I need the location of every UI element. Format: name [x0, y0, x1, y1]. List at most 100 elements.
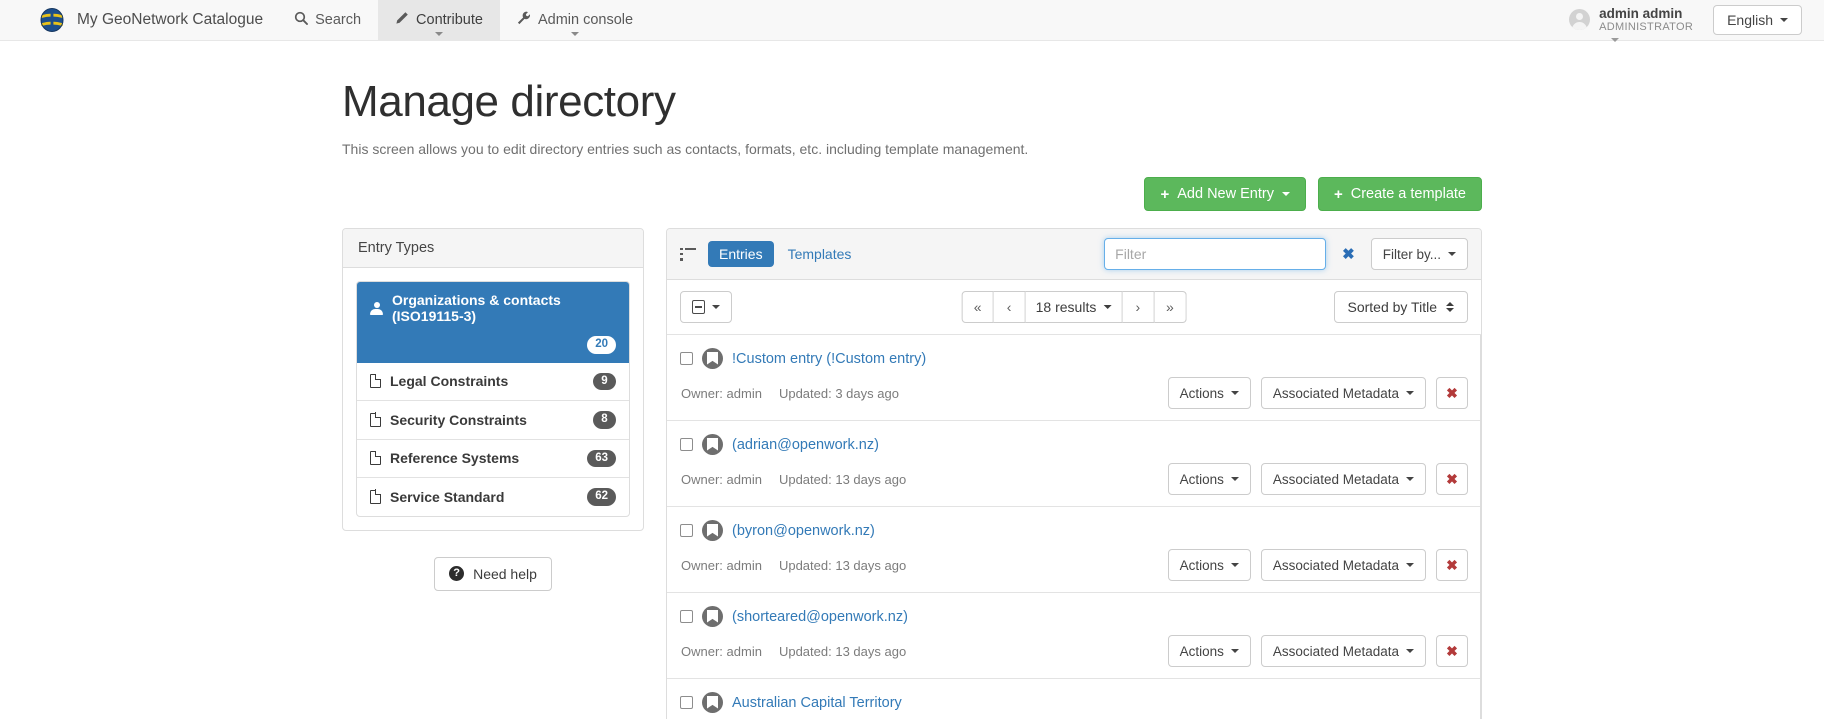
left-column: Entry Types Organizations & contacts (IS…	[342, 228, 644, 591]
top-navigation-bar: My GeoNetwork Catalogue Search Contribut…	[0, 0, 1824, 43]
filter-input[interactable]	[1104, 238, 1327, 270]
entry-actions: Actions Associated Metadata ✖	[1167, 635, 1468, 667]
entry-checkbox[interactable]	[680, 524, 693, 537]
pagination-last[interactable]: »	[1154, 291, 1187, 323]
entry-meta: Owner: admin Updated: 3 days ago	[680, 386, 899, 401]
entry-updated: Updated: 13 days ago	[778, 643, 907, 659]
entry-updated: Updated: 13 days ago	[778, 557, 907, 573]
sidebar-item-security-constraints[interactable]: Security Constraints 8	[357, 401, 629, 440]
entry-checkbox[interactable]	[680, 610, 693, 623]
chevron-down-icon	[712, 305, 720, 309]
delete-entry-button[interactable]: ✖	[1436, 463, 1468, 495]
plus-icon: +	[1333, 185, 1343, 203]
tab-templates[interactable]: Templates	[777, 241, 863, 267]
document-icon	[370, 450, 382, 466]
sidebar-item-service-standard[interactable]: Service Standard 62	[357, 478, 629, 516]
filter-by-label: Filter by...	[1382, 246, 1441, 262]
wrench-icon	[517, 11, 531, 29]
page-title: Manage directory	[342, 77, 676, 126]
entry-checkbox[interactable]	[680, 438, 693, 451]
entry-type-count: 20	[587, 336, 616, 354]
sidebar-item-reference-systems[interactable]: Reference Systems 63	[357, 440, 629, 478]
add-new-entry-button[interactable]: + Add New Entry	[1144, 177, 1306, 211]
actions-label: Actions	[1179, 385, 1224, 401]
entry-title-link[interactable]: !Custom entry (!Custom entry)	[732, 351, 926, 367]
entry-header: (shorteared@openwork.nz)	[680, 606, 1468, 627]
associated-metadata-dropdown[interactable]: Associated Metadata	[1260, 549, 1426, 581]
entries-list: !Custom entry (!Custom entry) Owner: adm…	[667, 335, 1481, 719]
language-selector[interactable]: English	[1713, 5, 1802, 35]
create-template-button[interactable]: + Create a template	[1317, 177, 1482, 211]
delete-entry-button[interactable]: ✖	[1436, 377, 1468, 409]
brand-link[interactable]: My GeoNetwork Catalogue	[0, 0, 277, 40]
search-icon	[294, 11, 309, 29]
panel-right-divider	[1480, 335, 1481, 719]
pagination-results-dropdown[interactable]: 18 results	[1025, 291, 1123, 323]
entry-title-link[interactable]: (shorteared@openwork.nz)	[732, 609, 908, 625]
entry-updated: Updated: 13 days ago	[778, 471, 907, 487]
nav-item-admin-console[interactable]: Admin console	[500, 0, 650, 40]
chevron-down-icon	[1406, 477, 1414, 481]
clear-filter-icon[interactable]: ✖	[1338, 247, 1359, 262]
actions-label: Actions	[1179, 643, 1224, 659]
nav-item-contribute[interactable]: Contribute	[378, 0, 500, 40]
entry-type-count: 9	[593, 372, 616, 390]
user-icon	[370, 301, 383, 315]
sort-dropdown[interactable]: Sorted by Title	[1333, 291, 1468, 323]
user-role: ADMINISTRATOR	[1599, 21, 1694, 34]
entry-header: (byron@openwork.nz)	[680, 520, 1468, 541]
sidebar-item-organizations-contacts[interactable]: Organizations & contacts (ISO19115-3) 20	[357, 282, 629, 363]
tab-entries[interactable]: Entries	[708, 241, 774, 267]
filter-by-dropdown[interactable]: Filter by...	[1370, 238, 1468, 270]
entry-checkbox[interactable]	[680, 352, 693, 365]
actions-dropdown[interactable]: Actions	[1167, 635, 1251, 667]
pagination-previous[interactable]: ‹	[993, 291, 1026, 323]
entry-title-link[interactable]: Australian Capital Territory	[732, 695, 902, 711]
entry-footer: Owner: admin Updated: 13 days ago Action…	[680, 635, 1468, 667]
pagination-first[interactable]: «	[961, 291, 994, 323]
nav-item-search[interactable]: Search	[277, 0, 378, 40]
associated-metadata-dropdown[interactable]: Associated Metadata	[1260, 377, 1426, 409]
entry-meta: Owner: admin Updated: 13 days ago	[680, 558, 906, 573]
delete-entry-button[interactable]: ✖	[1436, 549, 1468, 581]
main-nav-items: Search Contribute Admin console	[277, 0, 650, 40]
actions-dropdown[interactable]: Actions	[1167, 463, 1251, 495]
pencil-icon	[395, 11, 409, 29]
need-help-button[interactable]: ? Need help	[434, 556, 552, 591]
delete-entry-button[interactable]: ✖	[1436, 635, 1468, 667]
associated-metadata-dropdown[interactable]: Associated Metadata	[1260, 635, 1426, 667]
entry-actions: Actions Associated Metadata ✖	[1167, 463, 1468, 495]
list-view-icon[interactable]	[680, 247, 696, 261]
table-row: Australian Capital Territory Owner: admi…	[667, 679, 1481, 719]
actions-dropdown[interactable]: Actions	[1167, 549, 1251, 581]
actions-dropdown[interactable]: Actions	[1167, 377, 1251, 409]
associated-metadata-label: Associated Metadata	[1272, 471, 1399, 487]
chevron-down-icon	[1230, 563, 1239, 567]
entry-actions: Actions Associated Metadata ✖	[1167, 377, 1468, 409]
chevron-down-icon	[1230, 391, 1239, 395]
results-panel: Entries Templates ✖ Filter by...	[666, 228, 1482, 719]
page-body: Manage directory This screen allows you …	[0, 77, 1824, 719]
chevron-down-icon	[1406, 563, 1414, 567]
entry-owner: Owner: admin	[681, 643, 762, 659]
entry-type-label: Security Constraints	[390, 411, 527, 428]
contact-icon	[702, 692, 723, 713]
entry-meta: Owner: admin Updated: 13 days ago	[680, 472, 906, 487]
chevron-down-icon	[1230, 477, 1239, 481]
pagination-next[interactable]: ›	[1122, 291, 1155, 323]
entry-types-list: Organizations & contacts (ISO19115-3) 20…	[356, 281, 630, 517]
document-icon	[370, 373, 382, 389]
contact-icon	[702, 434, 723, 455]
document-icon	[370, 489, 382, 504]
user-menu[interactable]: admin admin ADMINISTRATOR	[1569, 6, 1699, 43]
associated-metadata-dropdown[interactable]: Associated Metadata	[1260, 463, 1426, 495]
sidebar-item-legal-constraints[interactable]: Legal Constraints 9	[357, 363, 629, 401]
contact-icon	[702, 606, 723, 627]
pagination: « ‹ 18 results › »	[961, 291, 1187, 323]
entry-title-link[interactable]: (byron@openwork.nz)	[732, 523, 875, 539]
select-all-dropdown[interactable]	[680, 291, 732, 323]
entry-checkbox[interactable]	[680, 696, 693, 709]
entry-footer: Owner: admin Updated: 13 days ago Action…	[680, 463, 1468, 495]
table-row: (byron@openwork.nz) Owner: admin Updated…	[667, 507, 1481, 593]
entry-title-link[interactable]: (adrian@openwork.nz)	[732, 437, 879, 453]
